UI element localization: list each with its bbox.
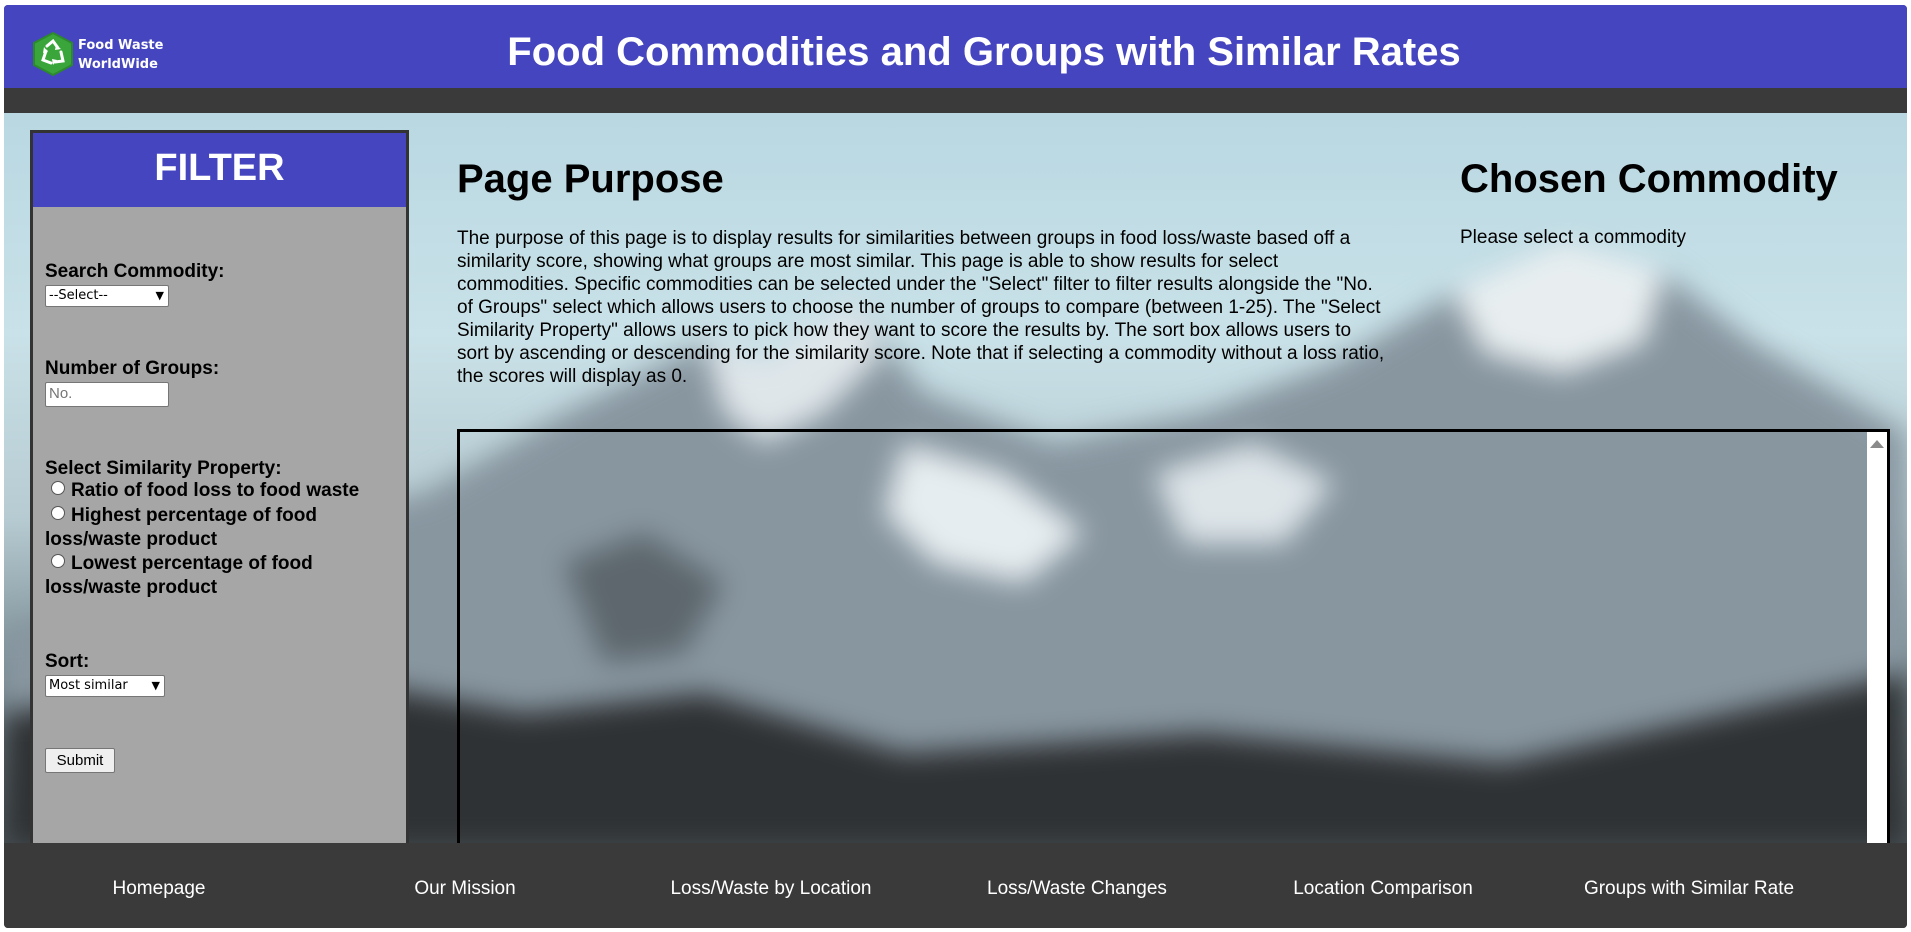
filter-panel: FILTER Search Commodity: --Select-- ▼ Nu… xyxy=(30,130,409,850)
nav-groups-with-similar-rate[interactable]: Groups with Similar Rate xyxy=(1536,878,1842,900)
purpose-heading: Page Purpose xyxy=(457,157,724,201)
purpose-text: The purpose of this page is to display r… xyxy=(457,228,1385,387)
radio-button[interactable] xyxy=(51,506,65,520)
scroll-up-arrow-icon[interactable] xyxy=(1870,440,1884,448)
chosen-heading: Chosen Commodity xyxy=(1460,157,1838,201)
chosen-text: Please select a commodity xyxy=(1460,227,1686,248)
nav-loss-waste-changes[interactable]: Loss/Waste Changes xyxy=(924,878,1230,900)
sort-select-value: Most similar xyxy=(49,678,128,693)
radio-button[interactable] xyxy=(51,554,65,568)
chevron-down-icon: ▼ xyxy=(155,289,164,302)
chevron-down-icon: ▼ xyxy=(151,679,160,692)
groups-label: Number of Groups: xyxy=(45,358,220,379)
commodity-select-value: --Select-- xyxy=(49,288,108,303)
page-title: Food Commodities and Groups with Similar… xyxy=(507,30,1461,74)
radio-button[interactable] xyxy=(51,481,65,495)
commodity-label: Search Commodity: xyxy=(45,261,225,282)
commodity-select[interactable]: --Select-- ▼ xyxy=(45,285,169,307)
property-radio-lowest[interactable]: Lowest percentage of food loss/waste pro… xyxy=(45,552,390,600)
property-radio-highest[interactable]: Highest percentage of food loss/waste pr… xyxy=(45,504,390,552)
groups-input-placeholder: No. xyxy=(49,385,73,402)
property-radio-ratio[interactable]: Ratio of food loss to food waste xyxy=(45,479,390,503)
page-frame: Food Waste WorldWide Food Commodities an… xyxy=(4,5,1907,928)
results-scrollbar[interactable] xyxy=(1867,432,1887,856)
footer-nav: Homepage Our Mission Loss/Waste by Locat… xyxy=(4,843,1907,928)
submit-button[interactable]: Submit xyxy=(45,748,115,773)
nav-our-mission[interactable]: Our Mission xyxy=(312,878,618,900)
property-option-label: Lowest percentage of food loss/waste pro… xyxy=(45,553,313,598)
header-divider xyxy=(4,88,1907,113)
property-option-label: Highest percentage of food loss/waste pr… xyxy=(45,505,317,550)
property-label: Select Similarity Property: xyxy=(45,458,282,480)
nav-homepage[interactable]: Homepage xyxy=(6,878,312,900)
groups-input[interactable]: No. xyxy=(45,382,169,407)
filter-heading: FILTER xyxy=(33,133,406,207)
top-header: Food Waste WorldWide Food Commodities an… xyxy=(4,5,1907,88)
results-box[interactable] xyxy=(457,429,1890,859)
nav-loss-waste-by-location[interactable]: Loss/Waste by Location xyxy=(618,878,924,900)
sort-label: Sort: xyxy=(45,651,90,672)
sort-select[interactable]: Most similar ▼ xyxy=(45,675,165,697)
nav-location-comparison[interactable]: Location Comparison xyxy=(1230,878,1536,900)
property-label-text: Select Similarity Property: xyxy=(45,458,282,479)
property-option-label: Ratio of food loss to food waste xyxy=(71,480,360,501)
